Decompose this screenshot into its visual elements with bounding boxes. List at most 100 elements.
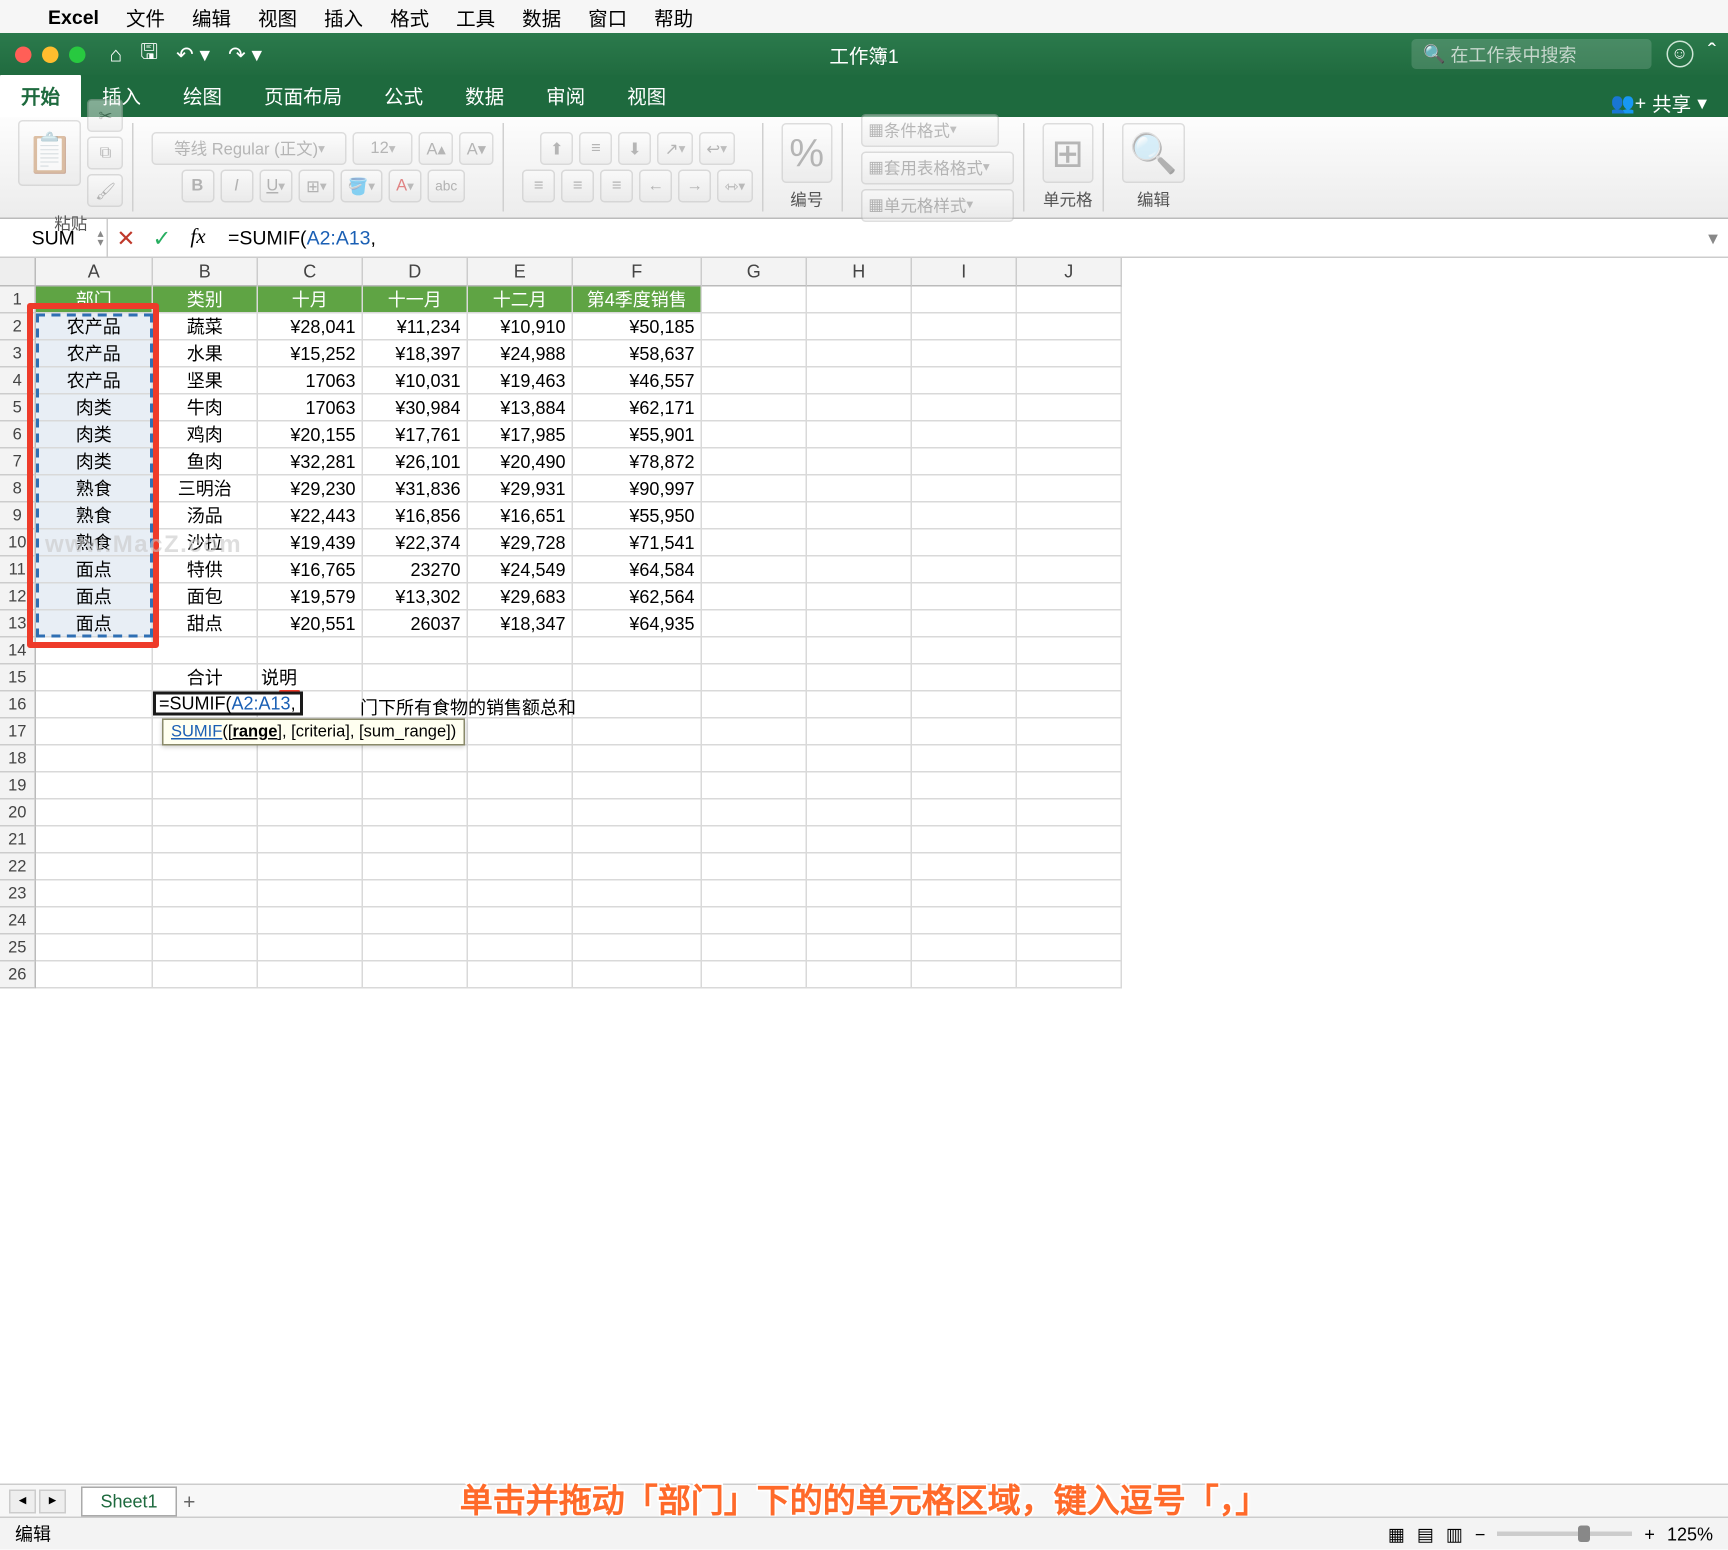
cell[interactable] — [807, 665, 912, 692]
cell[interactable] — [912, 854, 1017, 881]
cell[interactable]: 农产品 — [36, 368, 153, 395]
underline-button[interactable]: U — [259, 170, 293, 203]
row-header[interactable]: 6 — [0, 422, 36, 449]
cell[interactable] — [807, 638, 912, 665]
cell[interactable]: 说明 — [258, 665, 363, 692]
row-header[interactable]: 13 — [0, 611, 36, 638]
row-header[interactable]: 15 — [0, 665, 36, 692]
col-header[interactable]: D — [363, 258, 468, 287]
cell[interactable] — [912, 368, 1017, 395]
cell[interactable]: ¥31,836 — [363, 476, 468, 503]
cell[interactable]: 面点 — [36, 584, 153, 611]
cell[interactable] — [912, 530, 1017, 557]
cell[interactable]: ¥22,374 — [363, 530, 468, 557]
cell[interactable]: ¥29,931 — [468, 476, 573, 503]
cell[interactable] — [702, 530, 807, 557]
zoom-in-button[interactable]: + — [1644, 1523, 1655, 1544]
cell[interactable] — [36, 773, 153, 800]
col-header[interactable]: I — [912, 258, 1017, 287]
cell[interactable]: ¥17,985 — [468, 422, 573, 449]
align-top-button[interactable]: ⬆ — [540, 132, 573, 165]
cell[interactable] — [363, 962, 468, 989]
cell[interactable]: 肉类 — [36, 422, 153, 449]
cell[interactable]: 水果 — [153, 341, 258, 368]
row-header[interactable]: 2 — [0, 314, 36, 341]
cell[interactable] — [1017, 827, 1122, 854]
align-bottom-button[interactable]: ⬇ — [618, 132, 651, 165]
save-icon[interactable]: 🖫 — [140, 36, 158, 72]
cell[interactable]: ¥18,347 — [468, 611, 573, 638]
cell[interactable] — [912, 611, 1017, 638]
cells-button[interactable]: ⊞ — [1042, 123, 1093, 183]
cell[interactable] — [912, 800, 1017, 827]
cell[interactable]: 牛肉 — [153, 395, 258, 422]
cell[interactable] — [573, 773, 702, 800]
cell[interactable] — [153, 773, 258, 800]
cell[interactable] — [153, 908, 258, 935]
cell[interactable] — [1017, 476, 1122, 503]
cell[interactable] — [912, 773, 1017, 800]
cut-button[interactable]: ✂ — [88, 99, 124, 132]
font-color-button[interactable]: A — [389, 170, 422, 203]
share-button[interactable]: 👥+ 共享 ▾ — [1611, 89, 1728, 118]
cell[interactable]: ¥13,302 — [363, 584, 468, 611]
redo-icon[interactable]: ↷ ▾ — [228, 41, 262, 67]
orientation-button[interactable]: ↗ — [657, 132, 693, 165]
row-header[interactable]: 19 — [0, 773, 36, 800]
cell[interactable] — [363, 746, 468, 773]
cell[interactable] — [468, 665, 573, 692]
cell[interactable] — [1017, 800, 1122, 827]
minimize-button[interactable] — [42, 46, 59, 63]
row-header[interactable]: 1 — [0, 287, 36, 314]
cell[interactable] — [702, 638, 807, 665]
cell[interactable]: 部门 — [36, 287, 153, 314]
cell[interactable]: ¥24,549 — [468, 557, 573, 584]
cell[interactable] — [573, 638, 702, 665]
spreadsheet-grid[interactable]: ABCDEFGHIJ 12345678910111213141516171819… — [0, 258, 1728, 993]
cell[interactable] — [702, 854, 807, 881]
menu-file[interactable]: 文件 — [126, 2, 165, 31]
cell[interactable] — [1017, 557, 1122, 584]
cell[interactable] — [702, 503, 807, 530]
cell[interactable] — [702, 368, 807, 395]
cell[interactable] — [468, 719, 573, 746]
cell[interactable] — [702, 935, 807, 962]
cell[interactable] — [1017, 341, 1122, 368]
fx-icon[interactable]: fx — [180, 226, 216, 250]
cell[interactable]: ¥62,564 — [573, 584, 702, 611]
cell[interactable] — [468, 881, 573, 908]
row-header[interactable]: 8 — [0, 476, 36, 503]
cell[interactable] — [912, 476, 1017, 503]
menu-edit[interactable]: 编辑 — [192, 2, 231, 31]
cell[interactable] — [912, 746, 1017, 773]
cell[interactable] — [258, 800, 363, 827]
sheet-search[interactable]: 🔍 在工作表中搜索 — [1411, 39, 1651, 69]
col-header[interactable]: A — [36, 258, 153, 287]
expand-formula-icon[interactable]: ▾ — [1698, 226, 1728, 250]
cell[interactable]: ¥55,950 — [573, 503, 702, 530]
cell[interactable]: 特供 — [153, 557, 258, 584]
cell[interactable] — [1017, 908, 1122, 935]
cell[interactable]: ¥20,155 — [258, 422, 363, 449]
tab-view[interactable]: 视图 — [606, 74, 687, 118]
cell[interactable] — [1017, 422, 1122, 449]
cell[interactable]: ¥64,584 — [573, 557, 702, 584]
menu-insert[interactable]: 插入 — [324, 2, 363, 31]
cell[interactable] — [912, 692, 1017, 719]
cell[interactable]: ¥19,579 — [258, 584, 363, 611]
cell[interactable] — [702, 827, 807, 854]
cell[interactable] — [1017, 530, 1122, 557]
cell[interactable] — [912, 503, 1017, 530]
cell[interactable] — [807, 557, 912, 584]
cell[interactable] — [1017, 584, 1122, 611]
cell[interactable]: ¥55,901 — [573, 422, 702, 449]
cell[interactable]: 面点 — [36, 611, 153, 638]
col-header[interactable]: J — [1017, 258, 1122, 287]
cell[interactable] — [702, 557, 807, 584]
cell[interactable]: ¥46,557 — [573, 368, 702, 395]
tab-layout[interactable]: 页面布局 — [243, 74, 363, 118]
menu-window[interactable]: 窗口 — [588, 2, 627, 31]
cell[interactable]: 肉类 — [36, 395, 153, 422]
fill-color-button[interactable]: 🪣 — [340, 170, 382, 203]
cell[interactable]: 熟食 — [36, 476, 153, 503]
